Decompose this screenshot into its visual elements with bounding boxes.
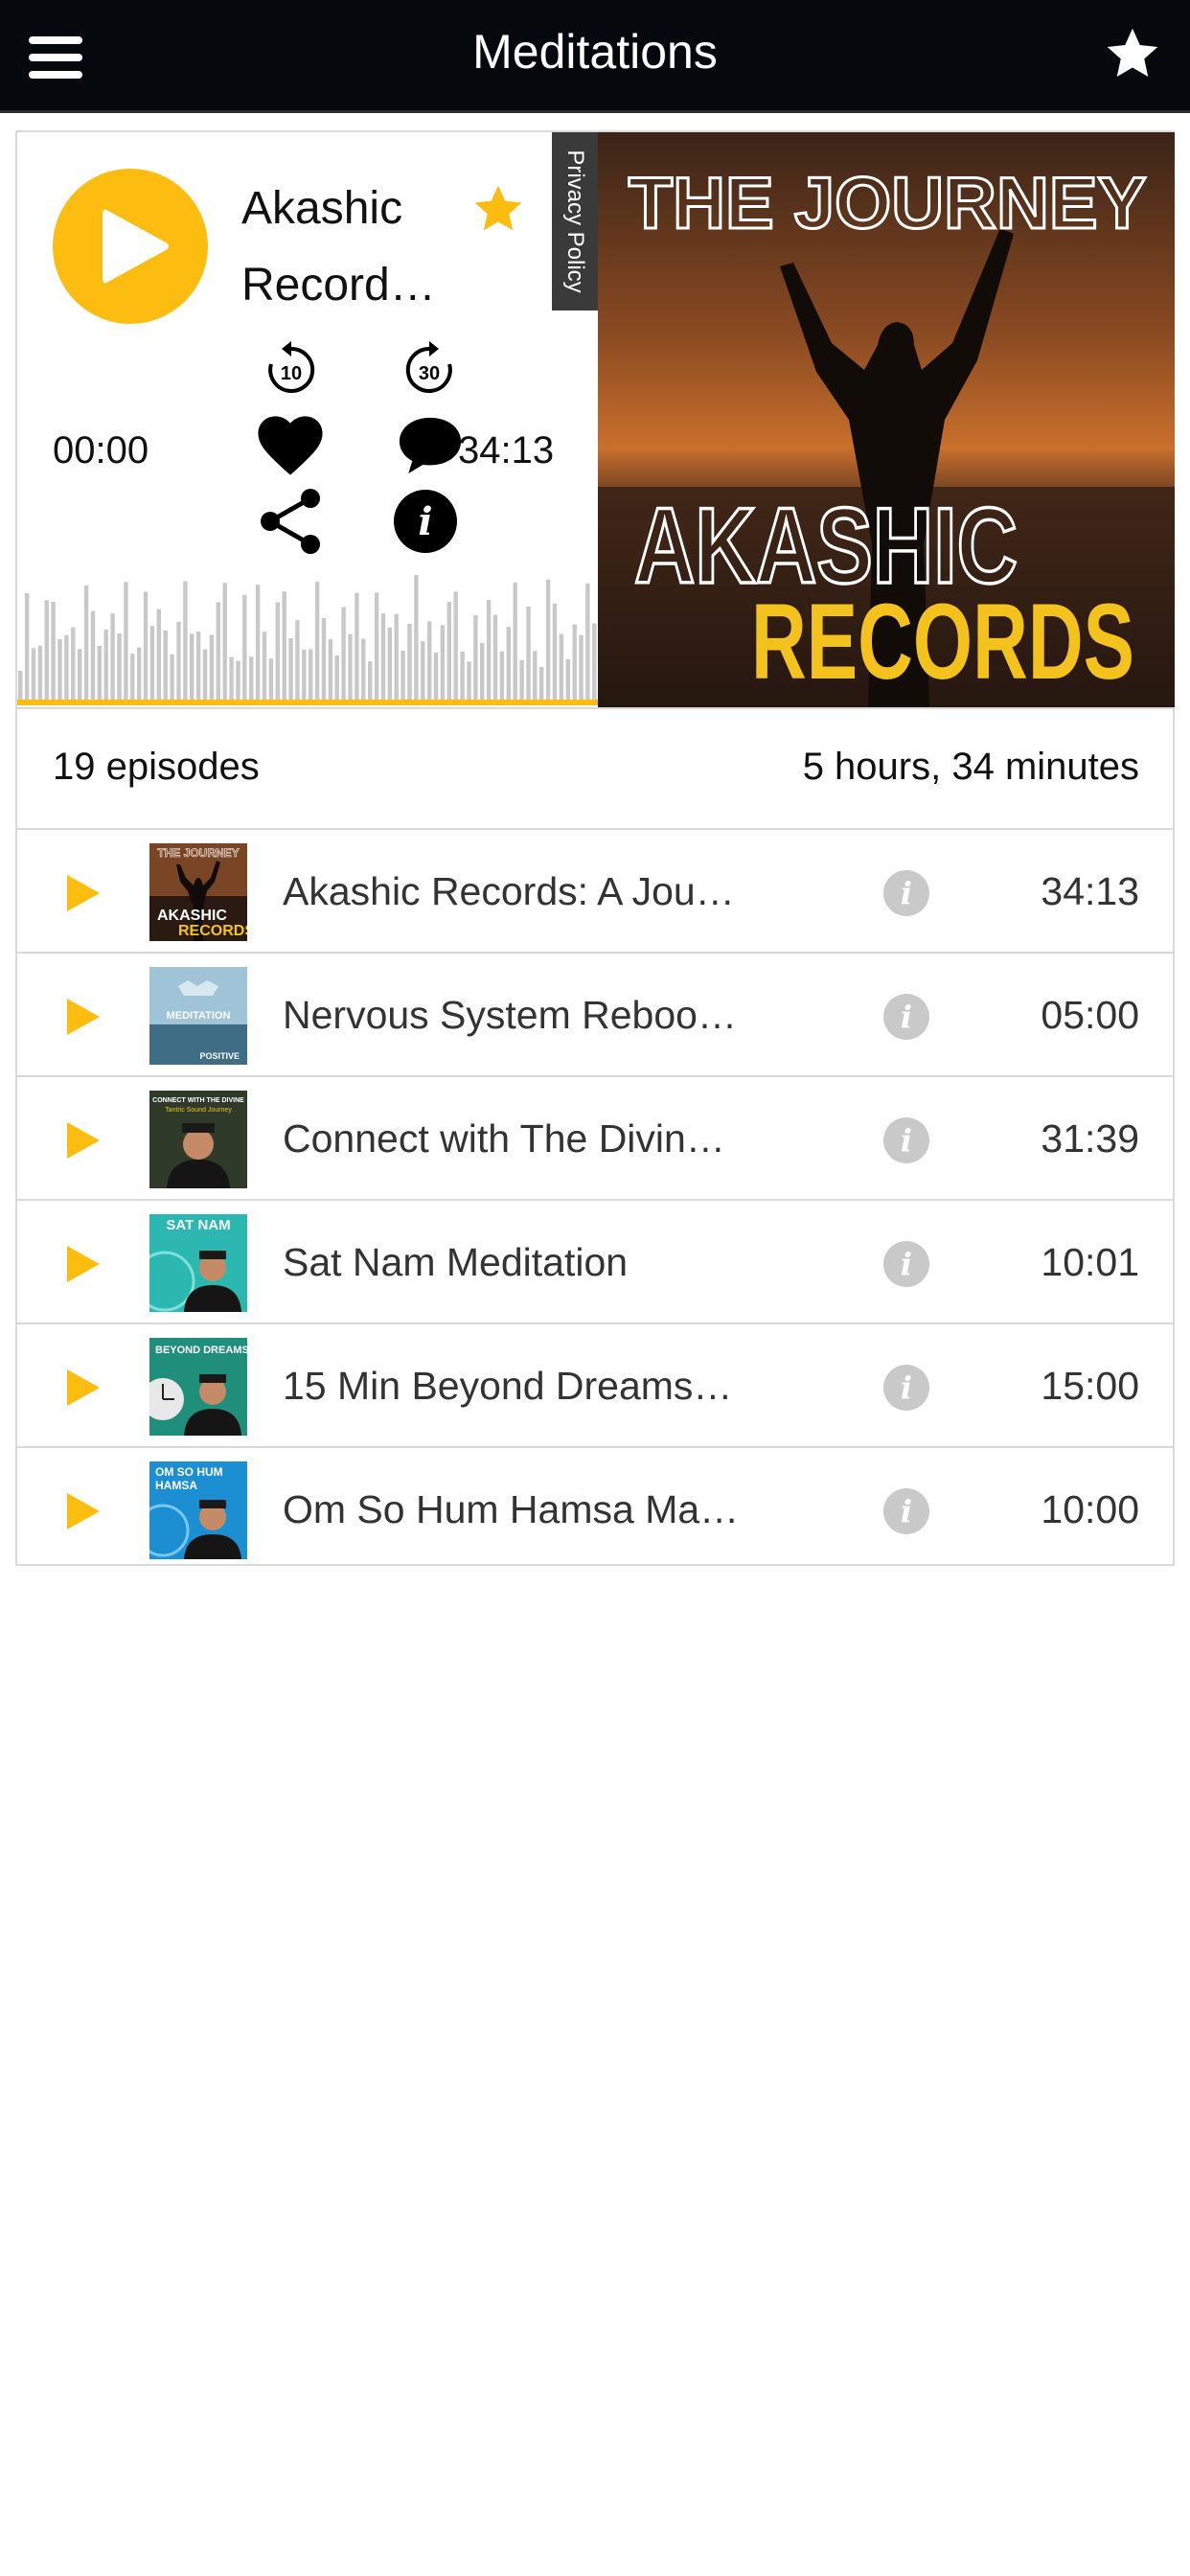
- episode-thumbnail: SAT NAM: [149, 1214, 247, 1312]
- star-icon[interactable]: [1104, 25, 1161, 82]
- page-title: Meditations: [472, 25, 718, 79]
- episode-row[interactable]: MEDITATION POSITIVE Nervous System Reboo…: [17, 954, 1175, 1077]
- info-icon[interactable]: i: [883, 1117, 929, 1163]
- episode-title: Sat Nam Meditation: [283, 1240, 629, 1284]
- forward-label: 30: [419, 363, 440, 384]
- forward-30-icon[interactable]: 30: [399, 339, 460, 401]
- episode-thumbnail: OM SO HUM HAMSA: [149, 1461, 247, 1559]
- episode-duration: 15:00: [1041, 1364, 1139, 1408]
- episode-duration: 05:00: [1041, 993, 1139, 1037]
- total-time: 34:13: [458, 429, 555, 472]
- info-icon[interactable]: i: [883, 870, 929, 916]
- thumb-text: SAT NAM: [166, 1217, 230, 1233]
- episode-thumbnail: CONNECT WITH THE DIVINE Tantric Sound Jo…: [149, 1091, 247, 1188]
- episode-row[interactable]: THE JOURNEY AKASHIC RECORDS Akashic Reco…: [17, 830, 1175, 954]
- thumb-text: Tantric Sound Journey: [165, 1107, 232, 1114]
- play-icon[interactable]: [61, 1490, 103, 1532]
- play-icon[interactable]: [61, 1243, 103, 1285]
- info-icon[interactable]: i: [883, 1365, 929, 1411]
- play-icon[interactable]: [61, 1367, 103, 1409]
- album-cover: THE JOURNEY AKASHIC RECORDS: [598, 132, 1175, 707]
- thumb-text: MEDITATION: [167, 1010, 231, 1022]
- favorite-star-icon[interactable]: [471, 182, 525, 236]
- top-bar: Meditations: [0, 0, 1190, 113]
- episode-title: Nervous System Reboo…: [283, 993, 737, 1037]
- episode-title: Akashic Records: A Jou…: [283, 869, 735, 913]
- total-duration: 5 hours, 34 minutes: [802, 746, 1139, 788]
- episodes-summary: 19 episodes 5 hours, 34 minutes: [17, 707, 1175, 830]
- thumb-text: BEYOND DREAMS: [155, 1345, 247, 1356]
- info-icon[interactable]: i: [883, 1488, 929, 1534]
- thumb-text: AKASHIC: [157, 908, 227, 924]
- thumb-text: RECORDS: [178, 923, 247, 939]
- episode-duration: 31:39: [1041, 1116, 1139, 1161]
- play-icon[interactable]: [61, 872, 103, 914]
- thumb-text: OM SO HUM: [155, 1465, 223, 1479]
- episode-duration: 10:01: [1041, 1240, 1139, 1284]
- episode-title: Om So Hum Hamsa Ma…: [283, 1487, 740, 1531]
- progress-track[interactable]: [17, 700, 598, 705]
- episode-row[interactable]: OM SO HUM HAMSA Om So Hum Hamsa Ma… i 10…: [17, 1448, 1175, 1572]
- thumb-text: THE JOURNEY: [157, 846, 239, 860]
- episode-thumbnail: MEDITATION POSITIVE: [149, 967, 247, 1065]
- player-controls: Akashic Record… Privacy Policy 10 30 00:…: [17, 132, 598, 707]
- rewind-10-icon[interactable]: 10: [261, 339, 322, 401]
- heart-icon[interactable]: [257, 414, 324, 477]
- comment-icon[interactable]: [397, 414, 464, 477]
- privacy-policy-tab[interactable]: Privacy Policy: [552, 132, 598, 310]
- episode-row[interactable]: SAT NAM Sat Nam Meditation i 10:01: [17, 1201, 1175, 1324]
- episode-row[interactable]: CONNECT WITH THE DIVINE Tantric Sound Jo…: [17, 1077, 1175, 1201]
- privacy-policy-label: Privacy Policy: [562, 150, 588, 293]
- episode-count: 19 episodes: [53, 746, 260, 788]
- thumb-text: CONNECT WITH THE DIVINE: [152, 1097, 244, 1104]
- elapsed-time: 00:00: [53, 429, 149, 472]
- thumb-text: HAMSA: [155, 1479, 197, 1492]
- cover-line3: RECORDS: [751, 582, 1134, 702]
- episode-row[interactable]: BEYOND DREAMS 15 Min Beyond Dreams… i 15…: [17, 1324, 1175, 1448]
- player: Akashic Record… Privacy Policy 10 30 00:…: [17, 132, 1175, 707]
- play-button[interactable]: [53, 169, 208, 324]
- play-icon[interactable]: [61, 1119, 103, 1162]
- episode-duration: 34:13: [1041, 869, 1139, 913]
- waveform[interactable]: [17, 535, 598, 700]
- episode-title: Connect with The Divin…: [283, 1116, 725, 1161]
- rewind-label: 10: [281, 363, 302, 384]
- episode-thumbnail: BEYOND DREAMS: [149, 1338, 247, 1436]
- info-icon[interactable]: i: [883, 994, 929, 1040]
- play-icon[interactable]: [61, 996, 103, 1038]
- cover-line1: THE JOURNEY: [629, 163, 1147, 244]
- thumb-text: POSITIVE: [199, 1051, 240, 1061]
- play-icon: [103, 209, 169, 284]
- track-title: Akashic Record…: [241, 183, 436, 310]
- episode-duration: 10:00: [1041, 1487, 1139, 1531]
- info-icon[interactable]: i: [883, 1241, 929, 1287]
- episodes-card: Akashic Record… Privacy Policy 10 30 00:…: [15, 130, 1175, 1566]
- episode-title: 15 Min Beyond Dreams…: [283, 1364, 733, 1408]
- episode-thumbnail: THE JOURNEY AKASHIC RECORDS: [149, 843, 247, 941]
